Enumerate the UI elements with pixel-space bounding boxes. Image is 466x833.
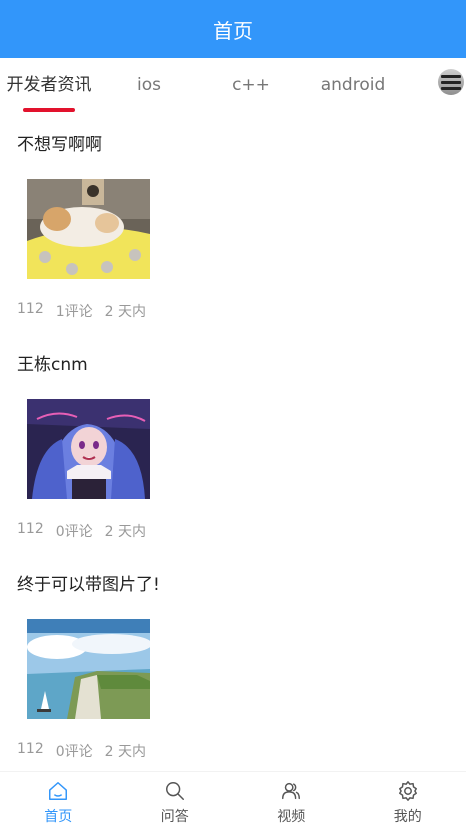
hamburger-menu-icon[interactable] [438,69,464,95]
list-item[interactable]: 不想写啊啊 112 1评论 2 天内 [0,116,466,336]
publish-time: 2 天内 [104,524,147,540]
tabbar-label: 首页 [44,808,73,825]
article-meta: 112 1评论 2 天内 [17,301,146,321]
article-title: 不想写啊啊 [17,135,102,155]
comment-count: 0评论 [55,524,93,540]
channel-tabs: 开发者资讯 ios c++ android [0,58,466,116]
coastal-cliff-landscape [27,619,150,719]
tab-android[interactable]: android [302,58,404,116]
active-tab-indicator [23,108,75,112]
tabbar-item-home[interactable]: 首页 [0,772,117,833]
tabbar-item-mine[interactable]: 我的 [350,772,466,833]
tab-developer-news[interactable]: 开发者资讯 [0,58,98,116]
tabbar-label: 问答 [160,808,189,825]
list-item[interactable]: 终于可以带图片了! 112 0评论 2 天内 [0,556,466,771]
article-meta: 112 0评论 2 天内 [17,741,146,761]
comment-count: 1评论 [55,304,93,320]
tab-label: 开发者资讯 [6,75,92,95]
anime-girl-illustration [27,399,150,499]
tab-label: android [320,75,386,95]
search-icon [165,781,184,800]
article-list[interactable]: 不想写啊啊 112 1评论 2 天内 王栋cnm 112 0评论 2 天内 终于… [0,116,466,771]
view-count: 112 [17,521,44,537]
home-icon [49,781,68,800]
bottom-tabbar: 首页 问答 视频 我的 [0,771,466,833]
tabbar-item-video[interactable]: 视频 [233,772,350,833]
view-count: 112 [17,301,44,317]
publish-time: 2 天内 [104,304,147,320]
view-count: 112 [17,741,44,757]
tabbar-item-qa[interactable]: 问答 [117,772,234,833]
tabbar-label: 视频 [277,808,306,825]
tab-label: c++ [232,75,270,95]
sleeping-cat-photo [27,179,150,279]
list-item[interactable]: 王栋cnm 112 0评论 2 天内 [0,336,466,556]
top-navbar: 首页 [0,0,466,58]
tab-ios[interactable]: ios [98,58,200,116]
article-title: 终于可以带图片了! [17,575,160,595]
tabbar-label: 我的 [393,808,422,825]
article-title: 王栋cnm [17,355,88,375]
tab-cpp[interactable]: c++ [200,58,302,116]
publish-time: 2 天内 [104,744,147,760]
article-meta: 112 0评论 2 天内 [17,521,146,541]
tab-label: ios [137,75,161,95]
comment-count: 0评论 [55,744,93,760]
page-title: 首页 [213,18,253,43]
users-icon [282,782,301,799]
gear-icon [398,780,417,801]
